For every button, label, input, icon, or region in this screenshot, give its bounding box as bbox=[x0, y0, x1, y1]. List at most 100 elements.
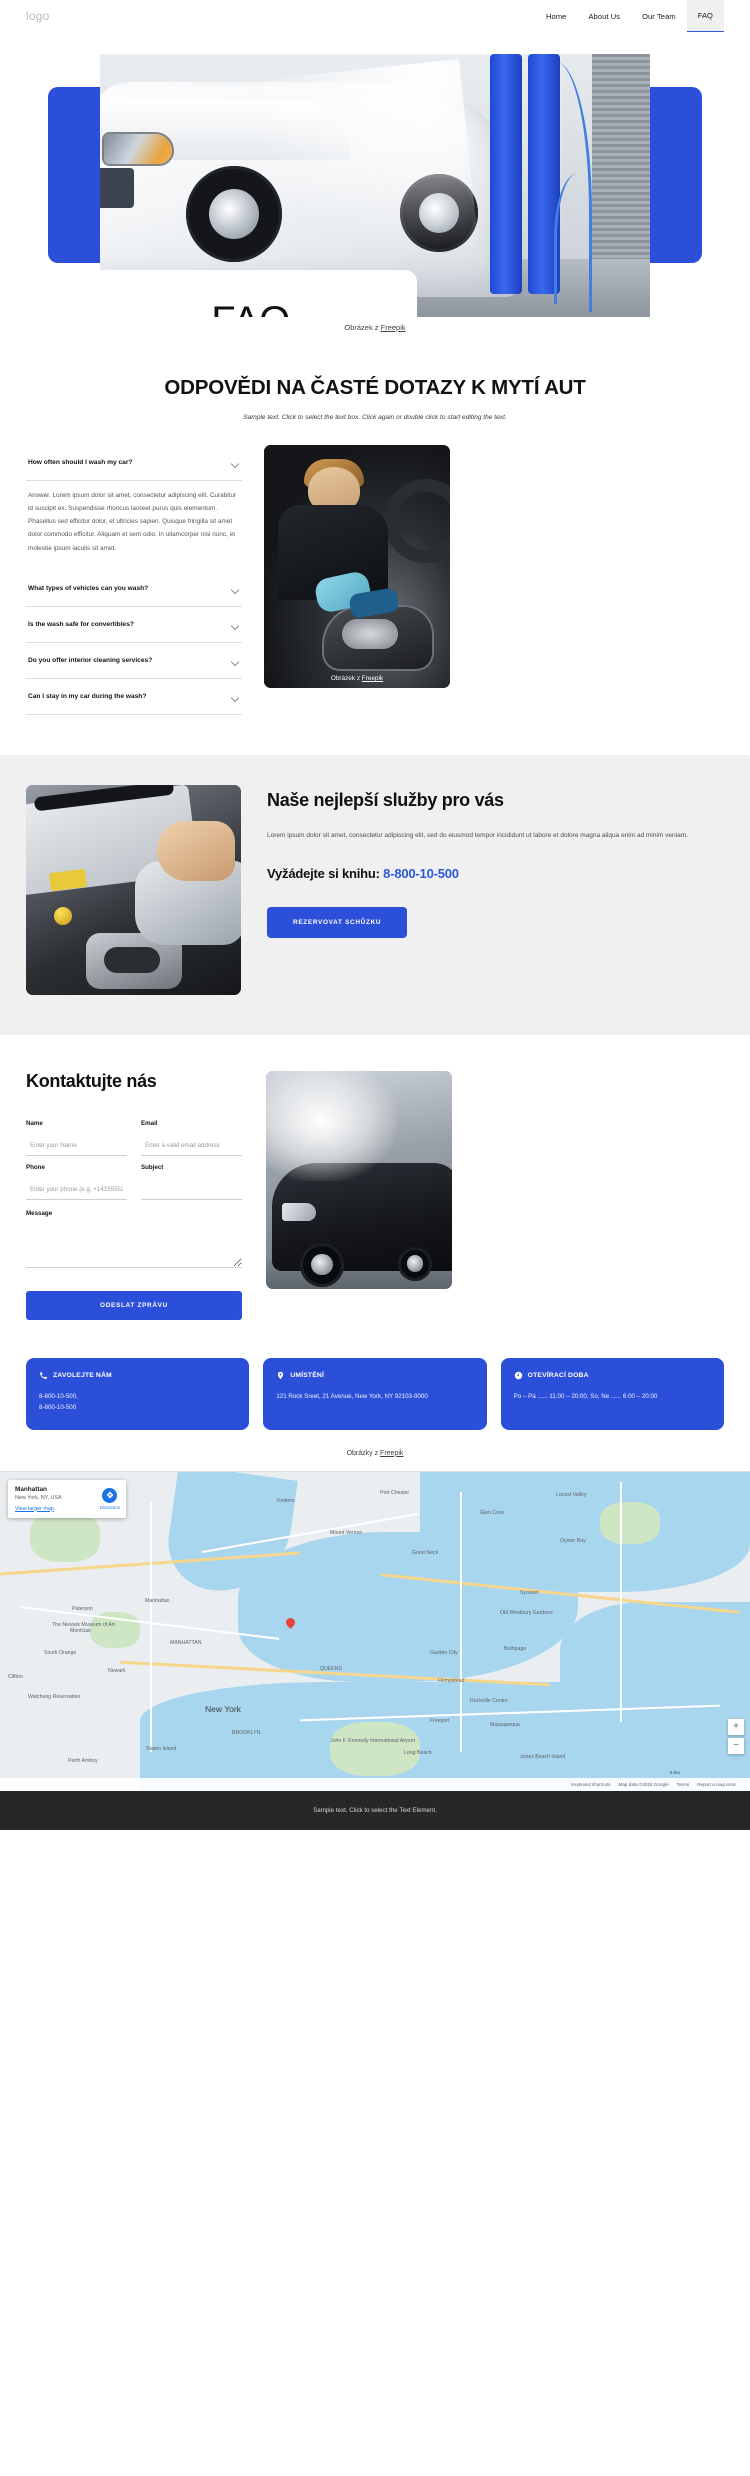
site-logo[interactable]: logo bbox=[26, 9, 50, 23]
faq-section-title: ODPOVĚDI NA ČASTÉ DOTAZY K MYTÍ AUT bbox=[164, 376, 586, 399]
accordion-header[interactable]: Do you offer interior cleaning services? bbox=[26, 643, 242, 678]
hero-credit-prefix: Obrázek z bbox=[344, 323, 381, 332]
faq-content: How often should I wash my car? Answer. … bbox=[0, 421, 750, 715]
map-place-label: Jones Beach Island bbox=[520, 1753, 566, 1760]
contact-section: Kontaktujte nás Name Email Phone Subject bbox=[0, 1034, 750, 1346]
map-directions-button[interactable]: Directions bbox=[100, 1487, 120, 1510]
hero-credit-link[interactable]: Freepik bbox=[381, 323, 406, 332]
map-road bbox=[150, 1501, 152, 1752]
info-card-title: UMÍSTĚNÍ bbox=[290, 1371, 325, 1379]
map-pin-icon bbox=[276, 1371, 285, 1380]
accordion-header[interactable]: Is the wash safe for convertibles? bbox=[26, 607, 242, 642]
message-input[interactable] bbox=[26, 1223, 242, 1268]
map-place-label: QUEENS bbox=[320, 1665, 342, 1672]
hero-photo-hose-lower bbox=[554, 174, 600, 304]
map-place-label: Syosset bbox=[520, 1589, 539, 1596]
map-place-label: Manhattan bbox=[145, 1597, 170, 1604]
chevron-down-icon[interactable] bbox=[231, 585, 240, 594]
hero-title-card: FAQ bbox=[84, 270, 417, 317]
field-email: Email bbox=[141, 1112, 242, 1156]
map-place-label: Long Beach bbox=[404, 1749, 432, 1756]
images-credit-link[interactable]: Freepik bbox=[380, 1450, 403, 1457]
map-place-label: Locust Valley bbox=[556, 1491, 587, 1498]
hero-image-credit: Obrázek z Freepik bbox=[0, 317, 750, 332]
map-location-pin[interactable] bbox=[286, 1618, 295, 1627]
accordion-item: What types of vehicles can you wash? bbox=[26, 571, 242, 607]
field-subject-label: Subject bbox=[141, 1163, 164, 1171]
accordion-question: Is the wash safe for convertibles? bbox=[28, 620, 134, 628]
map-place-label: Mount Vernon bbox=[330, 1529, 363, 1536]
map-place-label: New York bbox=[205, 1703, 241, 1714]
contact-title: Kontaktujte nás bbox=[26, 1070, 157, 1091]
accordion-question: What types of vehicles can you wash? bbox=[28, 584, 149, 592]
accordion-header[interactable]: What types of vehicles can you wash? bbox=[26, 571, 242, 606]
map-zoom-out-button[interactable]: − bbox=[728, 1737, 744, 1754]
accordion-item: Do you offer interior cleaning services? bbox=[26, 643, 242, 679]
chevron-down-icon[interactable] bbox=[231, 657, 240, 666]
services-photo-engine-cleaning bbox=[26, 784, 241, 995]
map-report-error-link[interactable]: Report a map error bbox=[697, 1782, 736, 1787]
contact-photo-front-wheel bbox=[300, 1242, 344, 1287]
map-place-label: Hempstead bbox=[438, 1677, 465, 1684]
faq-photo-credit-link[interactable]: Freepik bbox=[362, 675, 383, 682]
accordion-item: Is the wash safe for convertibles? bbox=[26, 607, 242, 643]
hero-section: FAQ bbox=[0, 32, 750, 317]
send-message-button[interactable]: ODESLAT ZPRÁVU bbox=[26, 1290, 242, 1320]
chevron-down-icon[interactable] bbox=[231, 621, 240, 630]
nav-item-home[interactable]: Home bbox=[535, 0, 577, 32]
site-footer: Sample text. Click to select the Text El… bbox=[0, 1790, 750, 1830]
map-place-label: South Orange bbox=[44, 1649, 77, 1656]
info-card-title: ZAVOLEJTE NÁM bbox=[53, 1371, 112, 1379]
map-place-label: Perth Amboy bbox=[68, 1757, 98, 1764]
nav-item-our-team[interactable]: Our Team bbox=[631, 0, 687, 32]
map-place-label: Clifton bbox=[8, 1673, 23, 1680]
info-card-body: 8-800-10-500, 8-800-10-500 bbox=[39, 1391, 236, 1414]
accordion-header[interactable]: How often should I wash my car? bbox=[26, 445, 242, 480]
map-zoom-in-button[interactable]: + bbox=[728, 1718, 744, 1735]
chevron-down-icon[interactable] bbox=[231, 693, 240, 702]
field-email-label: Email bbox=[141, 1119, 158, 1127]
info-card-header: UMÍSTĚNÍ bbox=[276, 1371, 473, 1380]
map-road bbox=[460, 1491, 462, 1752]
map-footer-bar: Keyboard shortcuts Map data ©2024 Google… bbox=[0, 1777, 750, 1791]
faq-photo-interior-detailing: Obrázek z Freepik bbox=[264, 445, 450, 688]
images-credit-prefix: Obrázky z bbox=[346, 1449, 381, 1457]
map-place-label: Glen Cove bbox=[480, 1509, 505, 1516]
map-terms-link[interactable]: Terms bbox=[677, 1782, 690, 1787]
hero-photo-headlight bbox=[104, 134, 172, 164]
map-place-label: Bethpage bbox=[504, 1645, 527, 1652]
nav-item-faq[interactable]: FAQ bbox=[686, 0, 724, 32]
info-card-call-us: ZAVOLEJTE NÁM 8-800-10-500, 8-800-10-500 bbox=[26, 1357, 250, 1430]
book-appointment-button[interactable]: REZERVOVAT SCHŮZKU bbox=[267, 906, 408, 938]
accordion-answer: Answer. Lorem ipsum dolor sit amet, cons… bbox=[28, 492, 237, 552]
map-keyboard-shortcuts[interactable]: Keyboard shortcuts bbox=[571, 1782, 611, 1787]
services-photo-oil-cap bbox=[54, 906, 72, 925]
field-message: Message bbox=[26, 1200, 242, 1273]
faq-accordion: How often should I wash my car? Answer. … bbox=[26, 445, 242, 715]
map-zoom-controls: + − bbox=[728, 1718, 744, 1757]
accordion-question: How often should I wash my car? bbox=[28, 459, 133, 467]
email-input[interactable] bbox=[141, 1138, 242, 1156]
contact-photo-car-foam bbox=[266, 1070, 452, 1289]
accordion-header[interactable]: Can I stay in my car during the wash? bbox=[26, 679, 242, 714]
hero-photo-water-spray bbox=[240, 59, 480, 281]
faq-photo-credit: Obrázek z Freepik bbox=[264, 675, 450, 682]
map-place-label: Great Neck bbox=[412, 1549, 439, 1556]
map-scale: 5 km bbox=[670, 1769, 680, 1775]
chevron-down-icon[interactable] bbox=[231, 459, 240, 468]
map-embed[interactable]: Manhattan New York, NY, USA View larger … bbox=[0, 1470, 750, 1791]
info-card-header: ZAVOLEJTE NÁM bbox=[39, 1371, 236, 1380]
map-place-label: Montclair bbox=[70, 1627, 92, 1634]
site-header: logo Home About Us Our Team FAQ bbox=[0, 0, 750, 32]
contact-photo-headlight bbox=[282, 1202, 316, 1221]
name-input[interactable] bbox=[26, 1138, 127, 1156]
page-title: FAQ bbox=[211, 299, 290, 318]
nav-item-about-us[interactable]: About Us bbox=[577, 0, 631, 32]
subject-input[interactable] bbox=[141, 1182, 242, 1200]
services-section: Naše nejlepší služby pro vás Lorem ipsum… bbox=[0, 754, 750, 1035]
phone-input[interactable] bbox=[26, 1182, 127, 1200]
map-place-label: Old Westbury Gardens bbox=[500, 1609, 553, 1616]
map-place-label: Port Chester bbox=[380, 1489, 410, 1496]
services-phone-number[interactable]: 8-800-10-500 bbox=[383, 866, 459, 881]
services-text: Naše nejlepší služby pro vás Lorem ipsum… bbox=[267, 785, 724, 938]
